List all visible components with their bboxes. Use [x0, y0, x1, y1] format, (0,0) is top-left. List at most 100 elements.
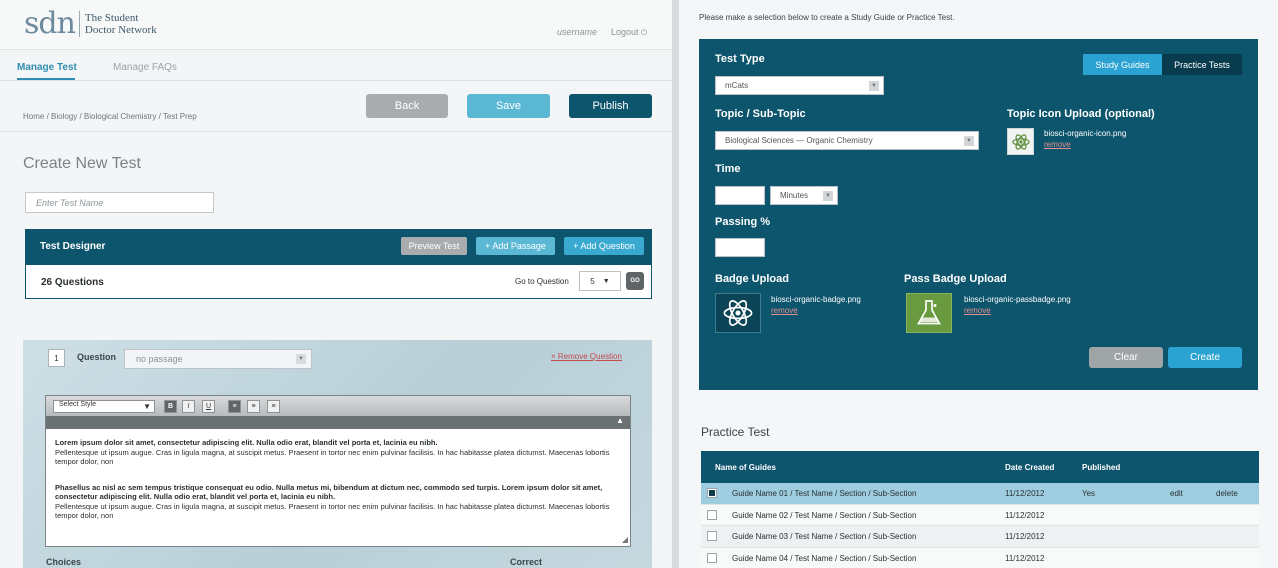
align-right-icon[interactable]: ≡ — [267, 400, 280, 413]
column-date[interactable]: Date Created — [1005, 463, 1054, 472]
row-date: 11/12/2012 — [1005, 553, 1045, 563]
passing-label: Passing % — [715, 216, 771, 228]
test-name-input[interactable]: Enter Test Name — [25, 192, 214, 213]
table-row[interactable]: Guide Name 04 / Test Name / Section / Su… — [701, 547, 1259, 568]
topic-icon-remove-link[interactable]: remove — [1044, 140, 1071, 149]
time-unit-select[interactable]: Minutes ▼ — [770, 186, 838, 205]
passage-value: no passage — [136, 354, 183, 364]
preview-test-button[interactable]: Preview Test — [401, 237, 467, 255]
topic-label: Topic / Sub-Topic — [715, 108, 806, 120]
logo-mark: sdn — [24, 6, 76, 41]
clear-button[interactable]: Clear — [1089, 347, 1163, 368]
logo-name-line2: Doctor Network — [84, 23, 157, 36]
passage-select[interactable]: no passage ▼ — [124, 349, 312, 369]
row-delete-link[interactable]: delete — [1216, 489, 1238, 498]
power-icon: ⏻ — [641, 28, 648, 37]
paragraph-2: Phasellus ac nisl ac sem tempus tristiqu… — [55, 483, 615, 521]
save-button[interactable]: Save — [467, 94, 550, 118]
style-value: Select Style — [59, 401, 96, 408]
time-label: Time — [715, 163, 741, 175]
passing-input[interactable] — [715, 238, 765, 257]
row-date: 11/12/2012 — [1005, 489, 1045, 498]
row-checkbox[interactable] — [707, 552, 717, 563]
topic-icon-label: Topic Icon Upload (optional) — [1007, 108, 1155, 120]
time-input[interactable] — [715, 186, 765, 205]
underline-button[interactable]: U — [202, 400, 215, 413]
row-checkbox[interactable] — [707, 488, 717, 498]
table-row[interactable]: Guide Name 03 / Test Name / Section / Su… — [701, 526, 1259, 548]
practice-tests-toggle[interactable]: Practice Tests — [1162, 54, 1242, 75]
add-passage-button[interactable]: + Add Passage — [476, 237, 555, 255]
add-question-button[interactable]: + Add Question — [564, 237, 644, 255]
row-name: Guide Name 02 / Test Name / Section / Su… — [732, 510, 917, 520]
row-checkbox[interactable] — [707, 531, 717, 541]
test-designer-title: Test Designer — [40, 241, 106, 252]
test-type-label: Test Type — [715, 53, 765, 65]
bold-button[interactable]: B — [164, 400, 177, 413]
table-header: Name of Guides Date Created Published — [701, 451, 1259, 483]
practice-test-title: Practice Test — [701, 425, 770, 439]
badge-filename: biosci-organic-badge.png — [771, 295, 861, 304]
align-left-icon[interactable]: ≡ — [228, 400, 241, 413]
test-designer-header: Test Designer Preview Test + Add Passage… — [25, 229, 652, 264]
choices-label: Choices — [46, 557, 82, 567]
chevron-down-icon: ▼ — [602, 277, 610, 285]
row-name: Guide Name 04 / Test Name / Section / Su… — [732, 553, 917, 563]
row-name: Guide Name 01 / Test Name / Section / Su… — [732, 489, 917, 498]
publish-button[interactable]: Publish — [569, 94, 652, 118]
test-builder-screen: sdn The Student Doctor Network username … — [0, 0, 672, 568]
goto-question-select[interactable]: 5 ▼ — [579, 271, 621, 291]
create-form: Test Type mCats ▼ Study Guides Practice … — [699, 39, 1258, 390]
question-number: 1 — [48, 349, 65, 367]
question-label: Question — [77, 352, 117, 362]
questions-count: 26 Questions — [41, 277, 104, 288]
editor-content[interactable]: Lorem ipsum dolor sit amet, consectetur … — [55, 438, 615, 521]
page-title: Create New Test — [23, 155, 141, 172]
question-editor-panel: 1 Question no passage ▼ × Remove Questio… — [23, 340, 652, 568]
tab-manage-faqs[interactable]: Manage FAQs — [113, 62, 177, 73]
atom-icon-graphic — [1011, 133, 1030, 150]
pass-badge-remove-link[interactable]: remove — [964, 306, 991, 315]
table-row[interactable]: Guide Name 01 / Test Name / Section / Su… — [701, 483, 1259, 505]
goto-value: 5 — [590, 276, 595, 286]
tab-manage-test[interactable]: Manage Test — [17, 62, 77, 73]
table-row[interactable]: Guide Name 02 / Test Name / Section / Su… — [701, 504, 1259, 526]
study-guide-screen: Please make a selection below to create … — [679, 0, 1278, 568]
logout-link[interactable]: Logout ⏻ — [611, 27, 647, 38]
rich-text-editor[interactable]: Select Style ▼ B I U ≡ ≡ ≡ ▲ Lorem ipsum… — [45, 395, 631, 547]
paragraph-2-bold: Phasellus ac nisl ac sem tempus tristiqu… — [55, 482, 603, 502]
create-button[interactable]: Create — [1168, 347, 1242, 368]
resize-handle-icon[interactable]: ◢ — [622, 535, 628, 544]
sdn-logo[interactable]: sdn The Student Doctor Network — [24, 6, 157, 41]
back-button[interactable]: Back — [366, 94, 448, 118]
column-published[interactable]: Published — [1082, 463, 1120, 472]
badge-remove-link[interactable]: remove — [771, 306, 798, 315]
remove-question-label: Remove Question — [557, 352, 622, 361]
atom-icon — [1007, 128, 1034, 155]
row-edit-link[interactable]: edit — [1170, 489, 1183, 498]
flask-graphic — [917, 300, 941, 325]
username-label[interactable]: username — [557, 27, 597, 37]
atom-icon — [715, 293, 761, 333]
editor-subbar: ▲ — [46, 416, 630, 429]
topic-select[interactable]: Biological Sciences — Organic Chemistry … — [715, 131, 979, 150]
row-date: 11/12/2012 — [1005, 532, 1045, 541]
chevron-down-icon: ▼ — [143, 402, 151, 411]
collapse-icon[interactable]: ▲ — [616, 416, 624, 425]
column-name[interactable]: Name of Guides — [715, 463, 776, 472]
go-button[interactable]: GO — [626, 272, 644, 290]
goto-label: Go to Question — [515, 277, 569, 286]
row-checkbox[interactable] — [707, 509, 717, 520]
remove-question-link[interactable]: × Remove Question — [551, 352, 622, 361]
italic-button[interactable]: I — [182, 400, 195, 413]
row-date: 11/12/2012 — [1005, 510, 1045, 520]
breadcrumb[interactable]: Home / Biology / Biological Chemistry / … — [23, 112, 197, 121]
paragraph-1-text: Pellentesque ut ipsum augue. Cras in lig… — [55, 447, 610, 467]
study-guides-toggle[interactable]: Study Guides — [1083, 54, 1162, 75]
logo-name: The Student Doctor Network — [85, 12, 157, 36]
test-type-select[interactable]: mCats ▼ — [715, 76, 884, 95]
align-center-icon[interactable]: ≡ — [247, 400, 260, 413]
badge-atom-graphic — [723, 300, 753, 326]
pass-badge-filename: biosci-organic-passbadge.png — [964, 295, 1071, 304]
style-select[interactable]: Select Style ▼ — [53, 400, 155, 413]
